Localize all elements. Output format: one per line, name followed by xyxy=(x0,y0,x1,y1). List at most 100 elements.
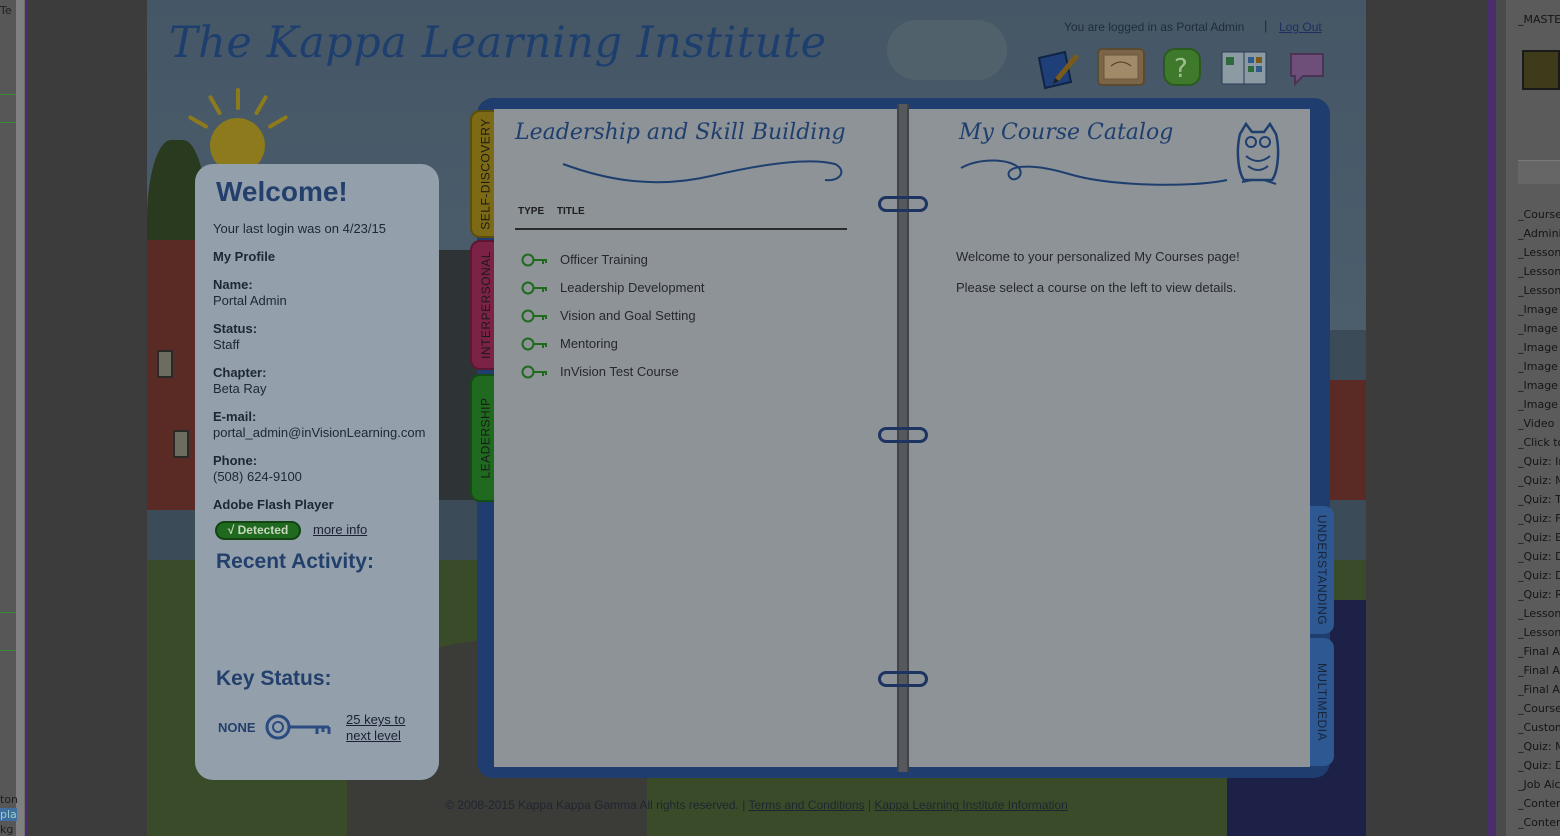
layer-item[interactable]: _Lesson xyxy=(1518,604,1560,623)
tab-label: SELF-DISCOVERY xyxy=(479,118,494,230)
layer-item[interactable]: _Quiz: Ir xyxy=(1518,452,1560,471)
editor-left-label: Te xyxy=(0,4,12,17)
guide-line xyxy=(0,122,16,123)
phone-value: (508) 624-9100 xyxy=(213,469,302,484)
layer-item[interactable]: _Job Aic xyxy=(1518,775,1560,794)
cloud xyxy=(887,20,1007,80)
layer-item[interactable]: _Quiz: Fi xyxy=(1518,509,1560,528)
next-level-text: next level xyxy=(346,728,401,743)
key-level-text: NONE xyxy=(218,720,256,735)
institute-info-link[interactable]: Kappa Learning Institute Information xyxy=(874,798,1067,812)
keys-count-text: 25 keys to xyxy=(346,712,406,727)
editor-right-panel: _MASTER _Course_Adminis_Lesson_Lesson_Le… xyxy=(1488,0,1560,836)
layer-item[interactable]: _Lesson xyxy=(1518,262,1560,281)
layer-item[interactable]: _Quiz: D xyxy=(1518,547,1560,566)
profile-heading: My Profile xyxy=(213,249,276,264)
layer-item[interactable]: _Image I xyxy=(1518,357,1560,376)
name-value: Portal Admin xyxy=(213,293,287,308)
svg-text:?: ? xyxy=(1174,54,1188,84)
layer-item[interactable]: _Quiz: E xyxy=(1518,528,1560,547)
course-title: Officer Training xyxy=(560,252,648,267)
terms-link[interactable]: Terms and Conditions xyxy=(748,798,864,812)
layer-item[interactable]: _Conten xyxy=(1518,794,1560,813)
layer-item[interactable]: _Image I xyxy=(1518,300,1560,319)
catalog-swirl-decoration xyxy=(960,159,1228,186)
course-title: Leadership Development xyxy=(560,280,705,295)
course-title: Vision and Goal Setting xyxy=(560,308,696,323)
site-title: The Kappa Learning Institute xyxy=(169,18,827,68)
key-icon xyxy=(265,714,331,740)
last-login-text: Your last login was on 4/23/15 xyxy=(213,221,386,236)
layer-master-item[interactable]: _MASTER xyxy=(1518,10,1560,29)
layer-item[interactable]: _Lesson xyxy=(1518,243,1560,262)
layer-item[interactable]: _Final As xyxy=(1518,680,1560,699)
tab-understanding[interactable]: UNDERSTANDING xyxy=(1310,506,1334,634)
house-window xyxy=(173,430,189,458)
keys-to-next-level-link[interactable]: 25 keys to next level xyxy=(346,712,405,744)
catalog-book-icon[interactable] xyxy=(1220,48,1268,86)
layer-item[interactable]: _Quiz: D xyxy=(1518,566,1560,585)
owl-icon xyxy=(1236,121,1280,185)
kappa-site: The Kappa Learning Institute You are log… xyxy=(147,0,1366,836)
guide-line xyxy=(0,612,16,613)
chapter-label: Chapter: xyxy=(213,365,267,380)
footer: © 2008-2015 Kappa Kappa Gamma All rights… xyxy=(147,798,1366,812)
tab-label: UNDERSTANDING xyxy=(1315,514,1329,626)
key-icon xyxy=(521,337,547,351)
course-title: Mentoring xyxy=(560,336,618,351)
house-window xyxy=(157,350,173,378)
binder-ring xyxy=(878,427,928,443)
guide-line xyxy=(0,650,16,651)
layer-item[interactable]: _Lesson xyxy=(1518,281,1560,300)
phone-label: Phone: xyxy=(213,453,258,468)
layer-item[interactable]: _Lesson xyxy=(1518,623,1560,642)
layer-item[interactable]: _Final As xyxy=(1518,642,1560,661)
layer-item[interactable]: _Quiz: Ti xyxy=(1518,490,1560,509)
certificate-icon[interactable] xyxy=(1097,48,1145,86)
key-icon xyxy=(521,365,547,379)
help-icon[interactable]: ? xyxy=(1163,48,1201,86)
tab-label: MULTIMEDIA xyxy=(1315,662,1329,742)
slide-thumbnail[interactable] xyxy=(1522,50,1560,90)
title-column-header: TITLE xyxy=(556,206,585,217)
binder-ring xyxy=(878,196,928,212)
course-list-header: TYPE TITLE xyxy=(518,206,595,217)
editor-left-selected[interactable]: pla xyxy=(0,808,17,821)
key-icon xyxy=(521,281,547,295)
layer-item[interactable]: _Image I xyxy=(1518,376,1560,395)
editor-left-panel: Te ton pla kg xyxy=(0,0,28,836)
title-swirl-decoration xyxy=(562,160,843,184)
chapter-value: Beta Ray xyxy=(213,381,267,396)
layer-item[interactable]: _Quiz: M xyxy=(1518,737,1560,756)
layer-item[interactable]: _Quiz: D xyxy=(1518,756,1560,775)
layer-item[interactable]: _Click to xyxy=(1518,433,1560,452)
layer-item[interactable]: _Conten xyxy=(1518,813,1560,832)
layer-item[interactable]: _Video xyxy=(1518,414,1560,433)
layer-item[interactable]: _Image T xyxy=(1518,319,1560,338)
chat-bubble-icon[interactable] xyxy=(1287,48,1327,87)
layer-item[interactable]: _Quiz: R xyxy=(1518,585,1560,604)
layer-item[interactable]: _Image I xyxy=(1518,338,1560,357)
more-info-link[interactable]: more info xyxy=(313,522,367,537)
welcome-panel: Welcome! Your last login was on 4/23/15 … xyxy=(195,164,439,780)
layer-item[interactable]: _Custom xyxy=(1518,718,1560,737)
logout-link[interactable]: Log Out xyxy=(1279,20,1322,34)
flash-player-label: Adobe Flash Player xyxy=(213,497,334,512)
tab-multimedia[interactable]: MULTIMEDIA xyxy=(1310,638,1334,766)
key-icon xyxy=(521,309,547,323)
layer-item[interactable]: _Course xyxy=(1518,699,1560,718)
copyright-text: © 2008-2015 Kappa Kappa Gamma All rights… xyxy=(445,798,746,812)
editor-right-scrollbar[interactable] xyxy=(1496,0,1506,836)
layer-item[interactable]: _Quiz: M xyxy=(1518,471,1560,490)
layer-item[interactable]: _Image I xyxy=(1518,395,1560,414)
catalog-welcome-text: Welcome to your personalized My Courses … xyxy=(956,249,1240,264)
status-value: Staff xyxy=(213,337,240,352)
layer-item[interactable]: _Adminis xyxy=(1518,224,1560,243)
editor-right-border xyxy=(1488,0,1496,836)
binder-right-page xyxy=(905,109,1310,767)
type-column-header: TYPE xyxy=(518,206,545,217)
journal-pencil-icon[interactable] xyxy=(1035,48,1079,90)
layer-item[interactable]: _Course xyxy=(1518,205,1560,224)
layer-item[interactable]: _Final As xyxy=(1518,661,1560,680)
editor-left-label: kg xyxy=(0,823,14,836)
